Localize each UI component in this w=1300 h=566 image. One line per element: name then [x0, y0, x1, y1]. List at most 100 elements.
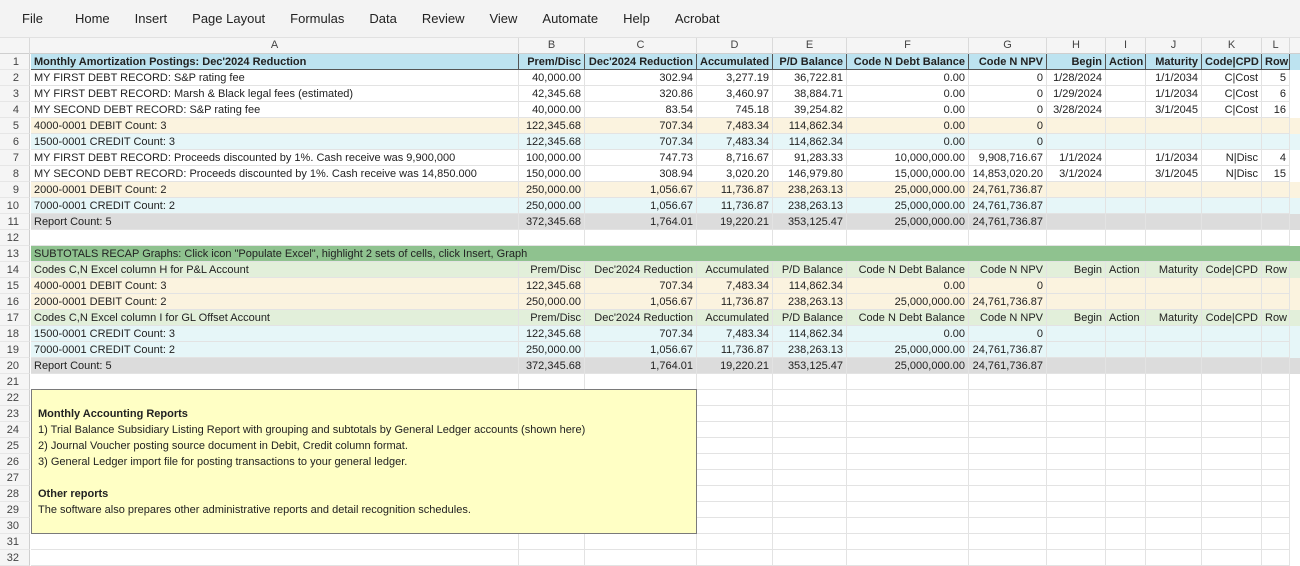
cell[interactable] — [773, 390, 847, 406]
cell[interactable] — [1146, 550, 1202, 566]
cell[interactable]: 0 — [969, 70, 1047, 86]
cell[interactable]: 250,000.00 — [519, 198, 585, 214]
row-header[interactable]: 18 — [0, 326, 30, 342]
cell[interactable] — [1146, 358, 1202, 374]
menu-file[interactable]: File — [22, 11, 43, 26]
cell[interactable] — [1202, 390, 1262, 406]
cell[interactable] — [1262, 406, 1290, 422]
cell[interactable] — [519, 374, 585, 390]
cell[interactable] — [1202, 358, 1262, 374]
row-header[interactable]: 29 — [0, 502, 30, 518]
cell[interactable]: 0 — [969, 326, 1047, 342]
cell[interactable] — [1047, 342, 1106, 358]
row-header[interactable]: 7 — [0, 150, 30, 166]
cell[interactable]: 3/1/2024 — [1047, 166, 1106, 182]
cell[interactable]: 1/29/2024 — [1047, 86, 1106, 102]
cell[interactable] — [1202, 214, 1262, 230]
cell[interactable] — [1106, 470, 1146, 486]
cell[interactable] — [847, 374, 969, 390]
cell[interactable]: 302.94 — [585, 70, 697, 86]
cell[interactable]: 114,862.34 — [773, 134, 847, 150]
cell[interactable]: Prem/Disc — [519, 310, 585, 326]
cell[interactable]: 1/1/2034 — [1146, 86, 1202, 102]
cell[interactable] — [31, 230, 519, 246]
cell[interactable] — [847, 518, 969, 534]
cell[interactable] — [1106, 406, 1146, 422]
column-title-cell[interactable]: Accumulated — [697, 54, 773, 70]
cell[interactable] — [1202, 294, 1262, 310]
cell[interactable] — [1146, 486, 1202, 502]
cell[interactable] — [1262, 278, 1290, 294]
cell[interactable]: 238,263.13 — [773, 294, 847, 310]
cell[interactable]: N|Disc — [1202, 166, 1262, 182]
column-title-cell[interactable]: Prem/Disc — [519, 54, 585, 70]
cell[interactable] — [1262, 502, 1290, 518]
cell[interactable]: 7000-0001 CREDIT Count: 2 — [31, 198, 519, 214]
recap-title-cell[interactable]: SUBTOTALS RECAP Graphs: Click icon "Popu… — [31, 246, 1300, 262]
cell[interactable]: Action — [1106, 310, 1146, 326]
row-header[interactable]: 19 — [0, 342, 30, 358]
cell[interactable]: 745.18 — [697, 102, 773, 118]
cell[interactable] — [1047, 406, 1106, 422]
cell[interactable]: MY SECOND DEBT RECORD: S&P rating fee — [31, 102, 519, 118]
cell[interactable] — [519, 534, 585, 550]
row-header[interactable]: 13 — [0, 246, 30, 262]
cell[interactable]: 40,000.00 — [519, 102, 585, 118]
cell[interactable]: Code N NPV — [969, 310, 1047, 326]
select-all-corner[interactable] — [0, 38, 30, 54]
cell[interactable]: Prem/Disc — [519, 262, 585, 278]
cell[interactable] — [1106, 70, 1146, 86]
cell[interactable]: Code|CPD — [1202, 310, 1262, 326]
cell[interactable] — [1047, 230, 1106, 246]
cell[interactable]: 1500-0001 CREDIT Count: 3 — [31, 326, 519, 342]
cell[interactable] — [697, 230, 773, 246]
cell[interactable] — [1106, 214, 1146, 230]
row-header[interactable]: 6 — [0, 134, 30, 150]
row-header[interactable]: 28 — [0, 486, 30, 502]
cell[interactable] — [1262, 294, 1290, 310]
cell[interactable] — [1146, 278, 1202, 294]
cell[interactable] — [697, 454, 773, 470]
row-header[interactable]: 23 — [0, 406, 30, 422]
cell[interactable]: 3/1/2045 — [1146, 166, 1202, 182]
cell[interactable]: 747.73 — [585, 150, 697, 166]
column-title-cell[interactable]: Code N Debt Balance — [847, 54, 969, 70]
cell[interactable] — [1047, 486, 1106, 502]
cell[interactable]: 150,000.00 — [519, 166, 585, 182]
row-header[interactable]: 32 — [0, 550, 30, 566]
cell[interactable] — [1262, 118, 1290, 134]
cell[interactable] — [31, 550, 519, 566]
row-header[interactable]: 27 — [0, 470, 30, 486]
cell[interactable]: Row — [1262, 310, 1290, 326]
cell[interactable]: Dec'2024 Reduction — [585, 310, 697, 326]
cell[interactable]: C|Cost — [1202, 70, 1262, 86]
cell[interactable] — [1106, 342, 1146, 358]
cell[interactable] — [1106, 422, 1146, 438]
cell[interactable]: 707.34 — [585, 118, 697, 134]
cell[interactable] — [1202, 422, 1262, 438]
column-title-cell[interactable]: Dec'2024 Reduction — [585, 54, 697, 70]
cell[interactable]: P/D Balance — [773, 310, 847, 326]
cell[interactable]: 3,460.97 — [697, 86, 773, 102]
cell[interactable]: 0 — [969, 278, 1047, 294]
cell[interactable] — [1106, 550, 1146, 566]
cell[interactable] — [773, 518, 847, 534]
cell[interactable] — [585, 374, 697, 390]
column-title-cell[interactable]: Maturity — [1146, 54, 1202, 70]
cell[interactable] — [1047, 438, 1106, 454]
cell[interactable]: 11,736.87 — [697, 182, 773, 198]
cell[interactable]: 146,979.80 — [773, 166, 847, 182]
cell[interactable]: 238,263.13 — [773, 198, 847, 214]
menu-home[interactable]: Home — [75, 11, 110, 26]
cell[interactable] — [1106, 86, 1146, 102]
row-header[interactable]: 15 — [0, 278, 30, 294]
menu-acrobat[interactable]: Acrobat — [675, 11, 720, 26]
row-header[interactable]: 10 — [0, 198, 30, 214]
cell[interactable]: Code N NPV — [969, 262, 1047, 278]
cell[interactable] — [1106, 118, 1146, 134]
cell[interactable] — [1262, 214, 1290, 230]
row-header[interactable]: 17 — [0, 310, 30, 326]
row-header[interactable]: 31 — [0, 534, 30, 550]
cell[interactable]: 42,345.68 — [519, 86, 585, 102]
cell[interactable]: Codes C,N Excel column H for P&L Account — [31, 262, 519, 278]
